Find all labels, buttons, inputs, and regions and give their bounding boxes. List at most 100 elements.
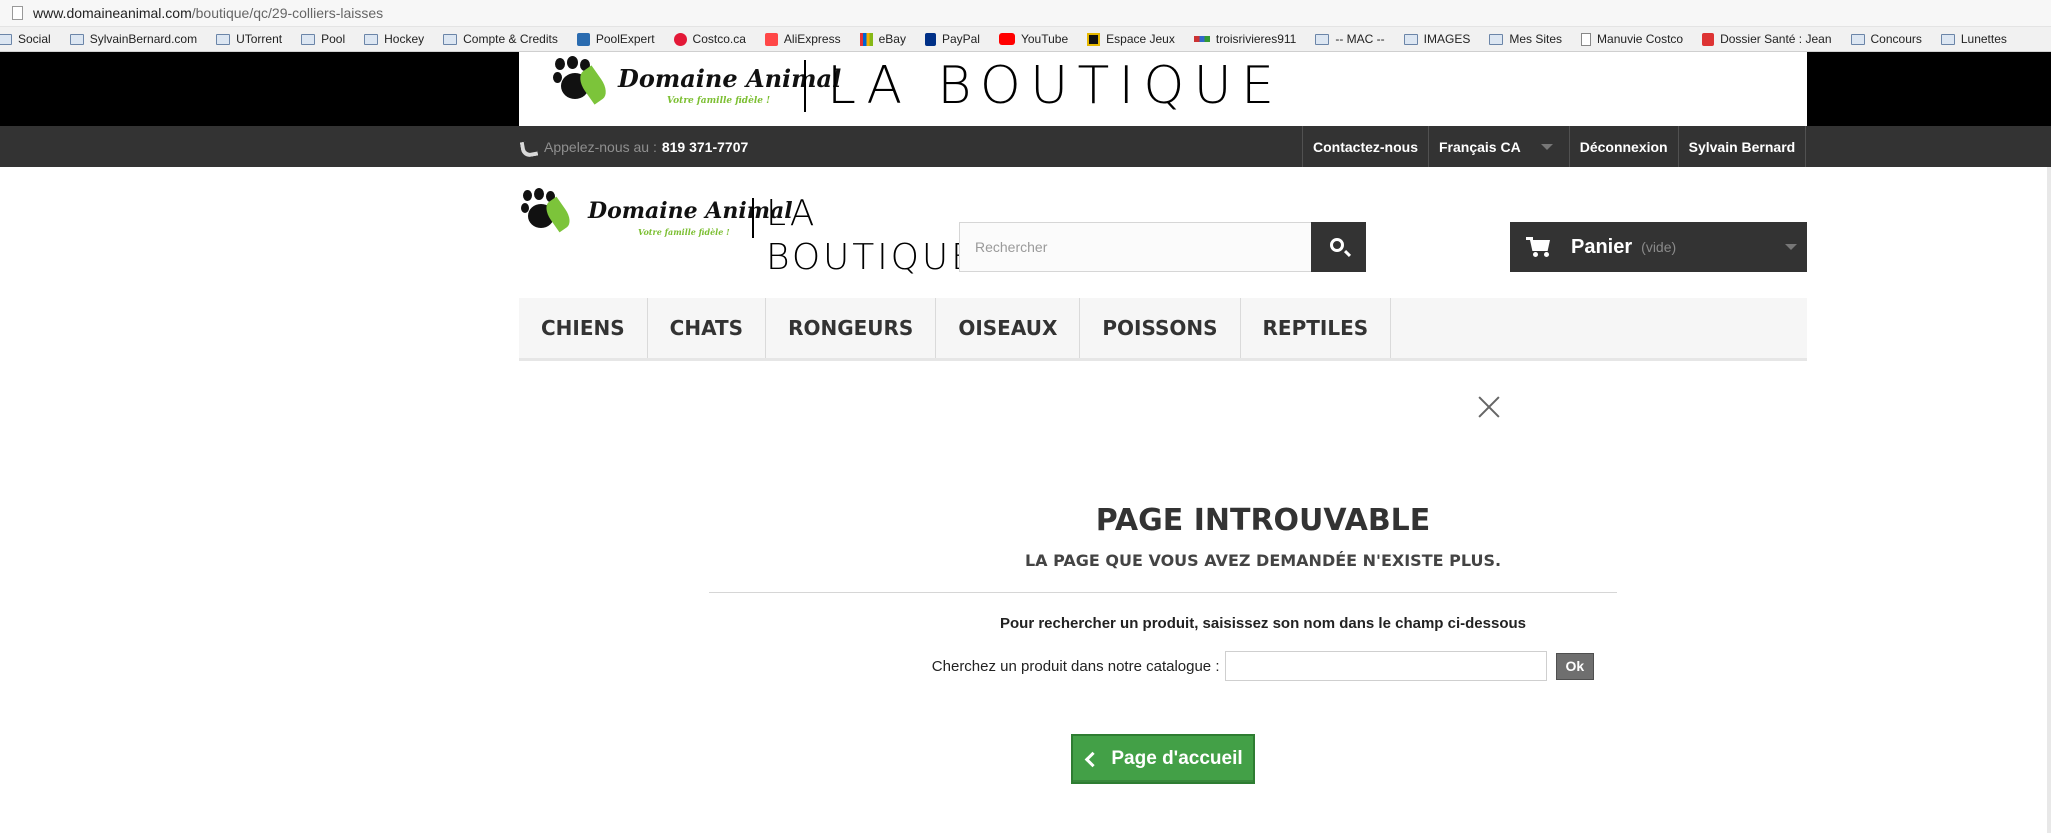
cart-button[interactable]: Panier (vide) [1510,222,1807,272]
ok-button[interactable]: Ok [1555,652,1595,680]
catalog-search-input[interactable] [1224,651,1547,681]
folder-icon [216,33,231,45]
bookmark-item[interactable]: IMAGES [1403,32,1471,46]
espace-jeux-icon [1087,32,1101,46]
user-account-link[interactable]: Sylvain Bernard [1677,126,1807,167]
top-banner[interactable]: Domaine Animal Votre famille fidèle ! LA… [519,52,1807,126]
close-icon[interactable] [1478,396,1500,418]
bookmark-item[interactable]: Costco.ca [673,32,746,46]
brand-name: Domaine Animal [588,198,793,224]
bookmark-item[interactable]: PayPal [924,32,980,46]
category-reptiles[interactable]: REPTILES [1241,298,1392,358]
folder-icon [301,33,316,45]
brand-tagline: Votre famille fidèle ! [638,227,730,237]
category-poissons[interactable]: POISSONS [1080,298,1241,358]
bookmark-item[interactable]: Concours [1850,32,1922,46]
page-icon [1581,32,1592,46]
bookmark-item[interactable]: Mes Sites [1489,32,1562,46]
boutique-title: LA BOUTIQUE [827,56,1284,116]
aliexpress-icon [764,32,778,46]
url-path: /boutique/qc/29-colliers-laisses [191,5,384,21]
bookmark-item[interactable]: Dossier Santé : Jean [1702,32,1832,46]
category-chats[interactable]: CHATS [648,298,767,358]
bookmark-label: Manuvie Costco [1597,32,1684,46]
folder-icon [364,33,379,45]
category-menu: CHIENS CHATS RONGEURS OISEAUX POISSONS REPTIL… [519,298,1807,361]
bookmark-label: troisrivieres911 [1215,32,1297,46]
search-input[interactable] [959,222,1312,272]
bookmark-item[interactable]: UTorrent [216,32,282,46]
bookmark-item[interactable]: eBay [859,32,906,46]
category-oiseaux[interactable]: OISEAUX [936,298,1081,358]
bookmark-item[interactable]: Compte & Credits [443,32,558,46]
bookmark-item[interactable]: Manuvie Costco [1581,32,1683,46]
home-page-button[interactable]: Page d'accueil [1071,734,1255,784]
bookmark-item[interactable]: Social [0,32,51,46]
catalog-search-form: Cherchez un produit dans notre catalogue… [700,651,1826,681]
search-button[interactable] [1311,222,1366,272]
bookmark-label: Concours [1870,32,1922,46]
logo-divider [752,198,754,238]
category-chiens[interactable]: CHIENS [519,298,648,358]
bookmark-label: -- MAC -- [1335,32,1385,46]
search-icon [1330,238,1344,252]
bookmark-item[interactable]: troisrivieres911 [1193,32,1297,46]
bookmark-label: IMAGES [1423,32,1471,46]
search-hint: Pour rechercher un produit, saisissez so… [1000,615,1526,632]
bookmark-item[interactable]: AliExpress [764,32,841,46]
shop-logo[interactable]: Domaine Animal Votre famille fidèle ! LA… [519,180,974,278]
page-icon [12,6,23,20]
bookmark-label: PayPal [941,32,980,46]
bookmark-label: Compte & Credits [463,32,558,46]
home-page-label: Page d'accueil [1111,748,1243,769]
folder-icon [0,33,12,45]
youtube-icon [998,33,1015,45]
contact-link[interactable]: Contactez-nous [1302,126,1428,167]
bookmark-label: UTorrent [236,32,283,46]
bookmark-item[interactable]: PoolExpert [576,32,655,46]
folder-icon [443,33,458,45]
bookmark-item[interactable]: Hockey [364,32,424,46]
bookmark-item[interactable]: -- MAC -- [1315,32,1385,46]
bookmark-item[interactable]: YouTube [998,32,1069,46]
scrollbar[interactable] [2047,52,2051,833]
bookmark-label: Social [18,32,51,46]
bookmark-label: eBay [878,32,906,46]
bookmark-label: PoolExpert [595,32,655,46]
bookmark-label: Hockey [384,32,425,46]
logo-divider [804,60,806,112]
account-nav: Contactez-nous Français CA Déconnexion S… [1302,126,1807,167]
folder-icon [1403,33,1418,45]
cart-status: (vide) [1641,239,1677,255]
brand-name: Domaine Animal [618,64,842,93]
folder-icon [1940,33,1955,45]
divider [709,592,1617,593]
bookmark-item[interactable]: SylvainBernard.com [69,32,198,46]
bookmark-item[interactable]: Pool [301,32,345,46]
language-selector[interactable]: Français CA [1428,126,1569,167]
bookmark-label: Pool [321,32,346,46]
page-title: PAGE INTROUVABLE [1095,503,1431,538]
phone-icon [520,140,534,154]
brand-tagline: Votre famille fidèle ! [667,96,771,106]
cart-label: Panier [1571,235,1633,258]
phone-number: 819 371-7707 [661,138,749,155]
address-bar[interactable]: www.domaineanimal.com/boutique/qc/29-col… [0,0,2051,27]
bookmark-item[interactable]: Lunettes [1940,32,2007,46]
bookmark-label: Mes Sites [1509,32,1563,46]
bookmark-label: Lunettes [1960,32,2007,46]
folder-icon [69,33,84,45]
paw-logo-icon [553,56,613,106]
bookmark-label: SylvainBernard.com [89,32,198,46]
bookmark-label: Dossier Santé : Jean [1720,32,1832,46]
logout-link[interactable]: Déconnexion [1568,126,1678,167]
bookmark-item[interactable]: Espace Jeux [1087,32,1175,46]
bookmark-label: YouTube [1020,32,1069,46]
cart-icon [1526,237,1552,257]
category-rongeurs[interactable]: RONGEURS [766,298,937,358]
paw-logo-icon [521,188,577,236]
paypal-icon [924,32,936,46]
boutique-title: LA BOUTIQUE [766,193,977,278]
chevron-down-icon [1785,244,1797,250]
url-host: www.domaineanimal.com [33,5,192,21]
